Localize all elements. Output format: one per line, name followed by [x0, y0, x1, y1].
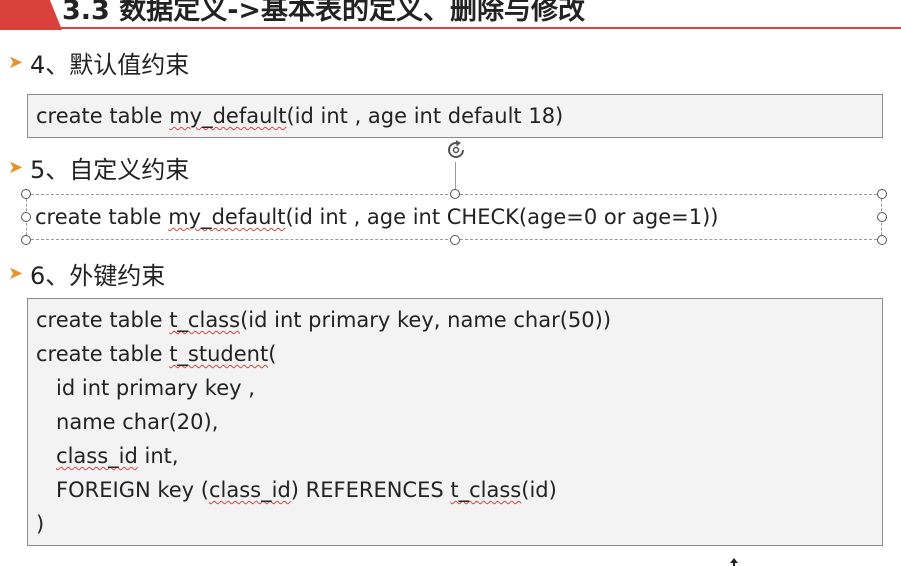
- code-line: id int primary key ,: [36, 375, 255, 401]
- resize-handle-bottom[interactable]: [450, 235, 460, 245]
- code-segment: (id int primary key, name char(50)): [240, 308, 612, 332]
- title-underline: [0, 27, 901, 29]
- resize-handle-top-right[interactable]: [877, 189, 887, 199]
- code-segment: name char(20),: [36, 410, 219, 434]
- mouse-cursor-icon: [730, 558, 738, 566]
- code-line: create table t_class(id int primary key,…: [36, 307, 611, 333]
- title-accent-shape: [0, 0, 62, 30]
- code-segment: create table: [36, 308, 170, 332]
- rotate-handle-stem: [455, 162, 456, 190]
- code-line: create table t_student(: [36, 341, 276, 367]
- code-segment: create table: [35, 205, 169, 229]
- section-heading-label: 4、默认值约束: [30, 50, 190, 79]
- code-line: create table my_default(id int , age int…: [36, 103, 563, 129]
- code-segment: ): [36, 512, 45, 536]
- code-line: FOREIGN key (class_id) REFERENCES t_clas…: [36, 477, 557, 503]
- resize-handle-top[interactable]: [450, 189, 460, 199]
- code-line: ): [36, 511, 44, 537]
- rotate-handle-icon[interactable]: [444, 138, 468, 162]
- code-segment: (: [268, 342, 277, 366]
- section-heading-check-constraint[interactable]: ➤ 5、自定义约束: [8, 151, 190, 184]
- code-segment: int,: [137, 444, 179, 468]
- spellcheck-flagged-token: t_student: [169, 342, 269, 366]
- triangle-arrow-icon: ➤: [8, 51, 24, 73]
- code-segment: FOREIGN key (: [36, 478, 209, 502]
- code-segment: create table: [36, 104, 170, 128]
- code-segment: (id int , age int default 18): [286, 104, 564, 128]
- section-heading-default-constraint[interactable]: ➤ 4、默认值约束: [8, 46, 190, 79]
- code-line: class_id int,: [36, 443, 179, 469]
- slide-title: 3.3 数据定义->基本表的定义、删除与修改: [62, 0, 586, 26]
- triangle-arrow-icon: ➤: [8, 156, 24, 178]
- spellcheck-flagged-token: t_class: [450, 478, 522, 502]
- section-heading-label: 6、外键约束: [30, 261, 166, 290]
- slide-title-bar: 3.3 数据定义->基本表的定义、删除与修改: [0, 0, 901, 30]
- spellcheck-flagged-token: class_id: [56, 444, 138, 468]
- resize-handle-left[interactable]: [21, 212, 31, 222]
- code-box-check-constraint[interactable]: create table my_default(id int , age int…: [27, 194, 883, 240]
- resize-handle-right[interactable]: [877, 212, 887, 222]
- spellcheck-flagged-token: my_default: [168, 205, 286, 229]
- resize-handle-bottom-right[interactable]: [877, 235, 887, 245]
- code-segment: create table: [36, 342, 170, 366]
- resize-handle-bottom-left[interactable]: [21, 235, 31, 245]
- code-box-foreign-key[interactable]: create table t_class(id int primary key,…: [27, 298, 883, 546]
- code-line: name char(20),: [36, 409, 218, 435]
- resize-handle-top-left[interactable]: [21, 189, 31, 199]
- spellcheck-flagged-token: t_class: [169, 308, 241, 332]
- code-segment: ) REFERENCES: [290, 478, 451, 502]
- spellcheck-flagged-token: class_id: [208, 478, 291, 502]
- section-heading-foreign-key[interactable]: ➤ 6、外键约束: [8, 257, 166, 290]
- section-heading-label: 5、自定义约束: [30, 155, 190, 184]
- triangle-arrow-icon: ➤: [8, 262, 24, 284]
- code-box-default-constraint[interactable]: create table my_default(id int , age int…: [27, 94, 883, 138]
- code-segment: id int primary key ,: [36, 376, 255, 400]
- code-segment: (id int , age int CHECK(age=0 or age=1)): [285, 205, 719, 229]
- spellcheck-flagged-token: my_default: [169, 104, 287, 128]
- code-segment: (id): [521, 478, 557, 502]
- code-line: create table my_default(id int , age int…: [35, 204, 719, 230]
